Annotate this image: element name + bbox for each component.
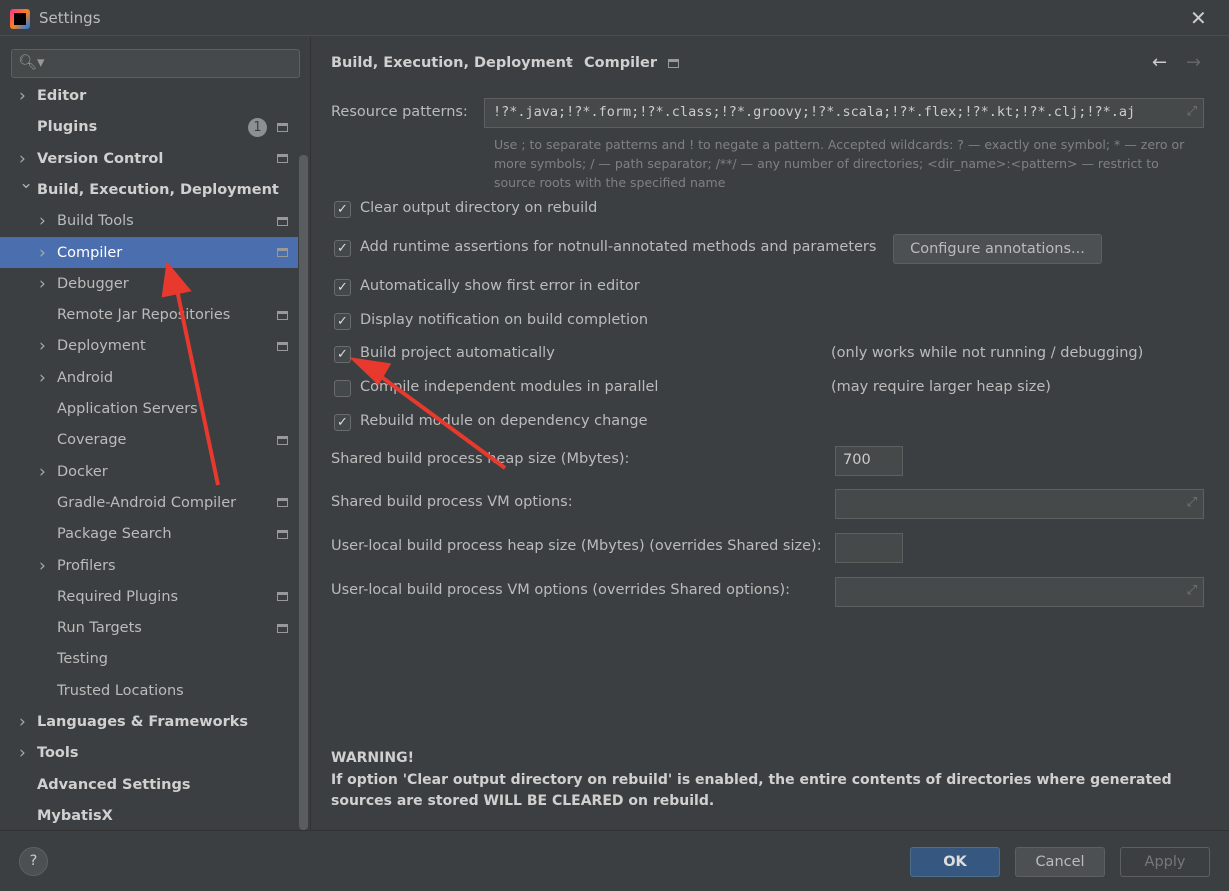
annotation-arrows (161, 261, 507, 486)
arrow-head (161, 261, 192, 298)
red-arrow-to-compiler (174, 284, 220, 486)
red-arrow-to-build-automatically (370, 368, 507, 470)
